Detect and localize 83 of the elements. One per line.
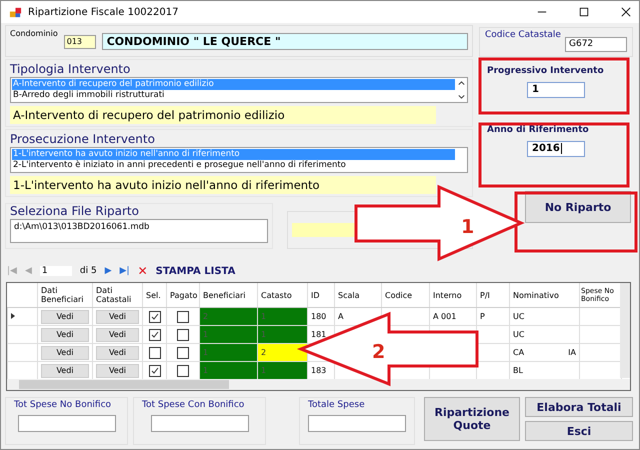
delete-button[interactable]: ✕ [138, 264, 148, 278]
total-field[interactable] [18, 415, 116, 432]
no-riparto-button[interactable]: No Riparto [525, 191, 631, 223]
checkbox[interactable] [148, 346, 160, 358]
list-box[interactable]: 1-L'intervento ha avuto inizio nell'anno di riferimento 2-L'intervento è iniziato in anni precedenti e prosegue nell'anno di riferimento [10, 147, 468, 173]
column-header: Sel. [142, 283, 166, 308]
record-count: di 5 [80, 266, 97, 276]
anno-field[interactable]: 2016 [527, 141, 585, 157]
file-path-field[interactable]: d:\Am\013\013BD2016061.mdb [10, 219, 268, 243]
condominio-code-field[interactable]: 013 [64, 35, 96, 49]
position-field[interactable]: 1 [40, 266, 72, 276]
close-icon[interactable] [621, 7, 631, 17]
table-cell: A 001 [430, 308, 476, 326]
checkbox[interactable] [148, 328, 160, 340]
next-record-button[interactable]: ▶ [104, 266, 112, 276]
column-header: ID [308, 283, 334, 308]
field-label: Codice Catastale [485, 30, 562, 40]
annotation-number: 2 [372, 341, 386, 363]
table-cell: 180 [308, 308, 334, 326]
print-list-button[interactable]: STAMPA LISTA [156, 266, 236, 276]
column-header: Dati Catastali [92, 283, 142, 308]
table-cell: UC [510, 326, 580, 344]
field-label: Tot Spese Con Bonifico [142, 400, 246, 410]
column-header: Dati Beneficiari [38, 283, 92, 308]
checkbox[interactable] [177, 346, 189, 358]
table-cell: 1 [200, 344, 258, 362]
condominio-name-field[interactable]: CONDOMINIO " LE QUERCE " [102, 33, 468, 50]
list-box[interactable]: A-Intervento di recupero del patrimonio edilizio B-Arredo degli immobili ristrutturati [10, 77, 468, 103]
view-button[interactable]: Vedi [96, 364, 139, 378]
annotation-number: 1 [461, 216, 474, 238]
checkbox[interactable] [177, 310, 189, 322]
column-header: Codice [382, 283, 430, 308]
view-button[interactable]: Vedi [41, 346, 89, 360]
table-cell: 1 [258, 308, 308, 326]
table-cell: 1 [258, 326, 308, 344]
table-cell: 2 [200, 308, 258, 326]
condominio-label: Condominio [10, 29, 58, 38]
total-field[interactable] [150, 415, 248, 432]
list-option[interactable]: B-Arredo degli immobili ristrutturati [12, 90, 455, 101]
table-cell: CA IA [510, 344, 580, 362]
table-cell: P [476, 308, 510, 326]
ripartizione-button[interactable]: Ripartizione Quote [424, 397, 520, 441]
selection-display: 1-L'intervento ha avuto inizio nell'anno di riferimento [10, 176, 436, 194]
selection-display: A-Intervento di recupero del patrimonio edilizio [10, 106, 436, 124]
checkbox[interactable] [177, 364, 189, 376]
column-header: Nominativo [510, 283, 580, 308]
view-button[interactable]: Vedi [41, 310, 89, 324]
row-header [8, 283, 38, 308]
table-cell: UC [510, 308, 580, 326]
view-button[interactable]: Vedi [96, 346, 139, 360]
total-field[interactable] [308, 415, 406, 432]
checkbox[interactable] [148, 310, 160, 322]
field-label: Progressivo Intervento [487, 66, 605, 76]
app-icon [9, 6, 22, 18]
view-button[interactable]: Vedi [41, 364, 89, 378]
exit-button[interactable]: Esci [525, 421, 633, 441]
column-header: Scala [334, 283, 382, 308]
table-cell: 1 [258, 362, 308, 380]
maximize-icon[interactable] [579, 7, 589, 17]
checkbox[interactable] [177, 328, 189, 340]
table-cell: 1 [200, 326, 258, 344]
view-button[interactable]: Vedi [96, 328, 139, 342]
elabora-button[interactable]: Elabora Totali [525, 397, 633, 417]
table-cell: 1 [200, 362, 258, 380]
section-title: Tipologia Intervento [10, 62, 132, 77]
field-label: Totale Spese [308, 400, 366, 410]
horizontal-scrollbar[interactable] [7, 379, 630, 390]
window-title: Ripartizione Fiscale 10022017 [28, 6, 178, 18]
view-button[interactable]: Vedi [96, 310, 139, 324]
field-label: Tot Spese No Bonifico [14, 400, 112, 410]
last-record-button[interactable]: ▶| [120, 266, 130, 276]
section-title: Seleziona File Riparto [10, 204, 140, 219]
view-button[interactable]: Vedi [41, 328, 89, 342]
column-header: Interno [430, 283, 476, 308]
progressivo-field[interactable]: 1 [527, 82, 585, 98]
field-label: Anno di Riferimento [487, 125, 590, 135]
column-header: Pagato [166, 283, 200, 308]
column-header: P/I [476, 283, 510, 308]
checkbox[interactable] [148, 364, 160, 376]
list-option[interactable]: 2-L'intervento è iniziato in anni precedenti e prosegue nell'anno di riferimento [12, 160, 455, 171]
vertical-scrollbar[interactable] [620, 283, 630, 378]
section-title: Prosecuzione Intervento [10, 132, 156, 147]
codice-catastale-field[interactable]: G672 [565, 37, 627, 52]
